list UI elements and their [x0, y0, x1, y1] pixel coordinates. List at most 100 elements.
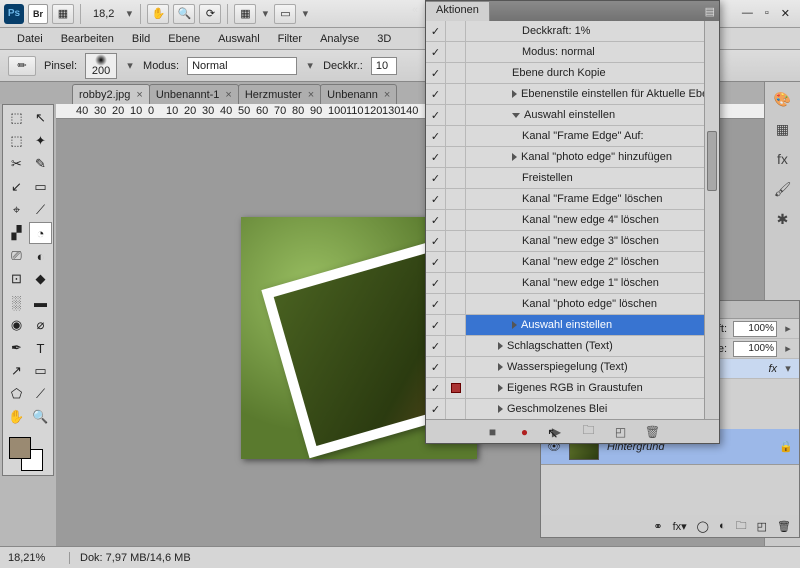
tool-button[interactable]: ⬚ — [5, 107, 28, 129]
layer-opacity-input[interactable] — [733, 321, 777, 337]
tool-button[interactable]: ✒ — [5, 337, 28, 359]
disclosure-triangle-icon[interactable] — [498, 384, 503, 392]
layer-fill-input[interactable] — [733, 341, 777, 357]
new-set-icon[interactable]: 🗀 — [582, 425, 596, 439]
arrange-icon[interactable]: ▦ — [234, 4, 256, 24]
link-icon[interactable]: ⚭ — [653, 520, 662, 533]
checkmark-icon[interactable]: ✓ — [431, 277, 440, 290]
checkmark-icon[interactable]: ✓ — [431, 361, 440, 374]
action-row[interactable]: ✓Kanal "new edge 3" löschen — [426, 231, 719, 252]
checkmark-icon[interactable]: ✓ — [431, 319, 440, 332]
tool-button[interactable]: ◆ — [29, 268, 52, 290]
disclosure-triangle-icon[interactable] — [512, 113, 520, 118]
record-icon[interactable]: ● — [518, 425, 532, 439]
document-tab[interactable]: Unbenannt-1× — [149, 84, 239, 104]
tool-button[interactable]: ▬ — [29, 291, 52, 313]
clone-icon[interactable]: ✱ — [769, 206, 797, 232]
tool-button[interactable]: ⌖ — [5, 199, 28, 221]
tab-close-icon[interactable]: × — [225, 89, 231, 101]
disclosure-triangle-icon[interactable] — [498, 363, 503, 371]
menu-item[interactable]: Bild — [123, 30, 159, 48]
mask-icon[interactable]: ◯ — [697, 520, 709, 533]
tool-button[interactable]: ✋ — [5, 406, 28, 428]
checkmark-icon[interactable]: ✓ — [431, 214, 440, 227]
stop-icon[interactable]: ■ — [486, 425, 500, 439]
action-row[interactable]: ✓Kanal "Frame Edge" löschen — [426, 189, 719, 210]
action-row[interactable]: ✓Kanal "new edge 4" löschen — [426, 210, 719, 231]
minimize-icon[interactable]: — — [742, 7, 753, 20]
tool-button[interactable]: ◔ — [29, 222, 52, 244]
tool-button[interactable]: ▞ — [5, 222, 28, 244]
tool-button[interactable]: T — [29, 337, 52, 359]
checkmark-icon[interactable]: ✓ — [431, 382, 440, 395]
tool-button[interactable]: ✦ — [29, 130, 52, 152]
tool-button[interactable]: ⬠ — [5, 383, 28, 405]
tool-button[interactable]: ◉ — [5, 314, 28, 336]
styles-icon[interactable]: fx — [769, 146, 797, 172]
tool-button[interactable]: ⟋ — [29, 199, 52, 221]
brushes-icon[interactable]: 🖌 — [769, 176, 797, 202]
checkmark-icon[interactable]: ✓ — [431, 25, 440, 38]
disclosure-triangle-icon[interactable] — [512, 321, 517, 329]
swatches-icon[interactable]: ▦ — [769, 116, 797, 142]
trash-icon[interactable]: 🗑 — [646, 425, 660, 439]
adjust-icon[interactable]: ◐ — [719, 520, 726, 532]
panel-tab[interactable]: Aktionen — [426, 2, 490, 21]
folder-icon[interactable]: 🗀 — [736, 517, 747, 536]
blend-mode-select[interactable] — [187, 57, 297, 75]
chevron-down-icon[interactable]: ▾ — [124, 7, 134, 20]
fx-icon[interactable]: fx▾ — [673, 520, 687, 533]
trash-icon[interactable]: 🗑 — [777, 520, 791, 533]
zoom-value[interactable]: 18,2 — [87, 8, 120, 20]
action-row[interactable]: ✓Auswahl einstellen — [426, 105, 719, 126]
action-row[interactable]: ✓Kanal "Frame Edge" Auf: — [426, 126, 719, 147]
action-row[interactable]: ✓Kanal "new edge 2" löschen — [426, 252, 719, 273]
checkmark-icon[interactable]: ✓ — [431, 298, 440, 311]
toolbar-btn[interactable]: ▦ — [52, 4, 74, 24]
panel-scrollbar[interactable] — [704, 21, 719, 419]
tab-close-icon[interactable]: × — [136, 89, 142, 101]
tool-button[interactable]: ↗ — [5, 360, 28, 382]
disclosure-triangle-icon[interactable] — [498, 342, 503, 350]
tool-button[interactable]: ↖ — [29, 107, 52, 129]
checkmark-icon[interactable]: ✓ — [431, 235, 440, 248]
action-row[interactable]: ✓Ebene durch Kopie — [426, 63, 719, 84]
action-row[interactable]: ✓Kanal "new edge 1" löschen — [426, 273, 719, 294]
tool-button[interactable]: ⎚ — [5, 245, 28, 267]
checkmark-icon[interactable]: ✓ — [431, 403, 440, 416]
collapse-chevron-icon[interactable]: « — [412, 4, 418, 16]
menu-item[interactable]: Datei — [8, 30, 52, 48]
document-tab[interactable]: Herzmuster× — [238, 84, 321, 104]
action-row[interactable]: ✓Ebenenstile einstellen für Aktuelle Ebe… — [426, 84, 719, 105]
tool-button[interactable]: 🔍 — [29, 406, 52, 428]
checkmark-icon[interactable]: ✓ — [431, 151, 440, 164]
opacity-input[interactable] — [371, 57, 397, 75]
document-tab[interactable]: Unbenann× — [320, 84, 397, 104]
zoom-icon[interactable]: 🔍 — [173, 4, 195, 24]
play-icon[interactable]: ▶ — [550, 425, 564, 439]
panel-menu-icon[interactable]: ▤ — [705, 5, 719, 18]
modal-icon[interactable] — [451, 383, 461, 393]
color-icon[interactable]: 🎨 — [769, 86, 797, 112]
tab-close-icon[interactable]: × — [308, 89, 314, 101]
tool-button[interactable]: ⊡ — [5, 268, 28, 290]
rotate-icon[interactable]: ⟳ — [199, 4, 221, 24]
tool-button[interactable]: ⌀ — [29, 314, 52, 336]
new-action-icon[interactable]: ◰ — [614, 425, 628, 439]
checkmark-icon[interactable]: ✓ — [431, 130, 440, 143]
brush-picker[interactable]: 200 — [85, 53, 117, 79]
menu-item[interactable]: Analyse — [311, 30, 368, 48]
checkmark-icon[interactable]: ✓ — [431, 256, 440, 269]
tool-button[interactable]: ⟋ — [29, 383, 52, 405]
checkmark-icon[interactable]: ✓ — [431, 172, 440, 185]
action-row[interactable]: ✓Schlagschatten (Text) — [426, 336, 719, 357]
tab-close-icon[interactable]: × — [384, 89, 390, 101]
bridge-icon[interactable]: Br — [28, 4, 48, 24]
tool-button[interactable]: ◐ — [29, 245, 52, 267]
tool-preset-icon[interactable]: ✏ — [8, 56, 36, 76]
menu-item[interactable]: Filter — [269, 30, 311, 48]
tool-button[interactable]: ░ — [5, 291, 28, 313]
tool-button[interactable]: ✂ — [5, 153, 28, 175]
tool-button[interactable]: ✎ — [29, 153, 52, 175]
checkmark-icon[interactable]: ✓ — [431, 109, 440, 122]
